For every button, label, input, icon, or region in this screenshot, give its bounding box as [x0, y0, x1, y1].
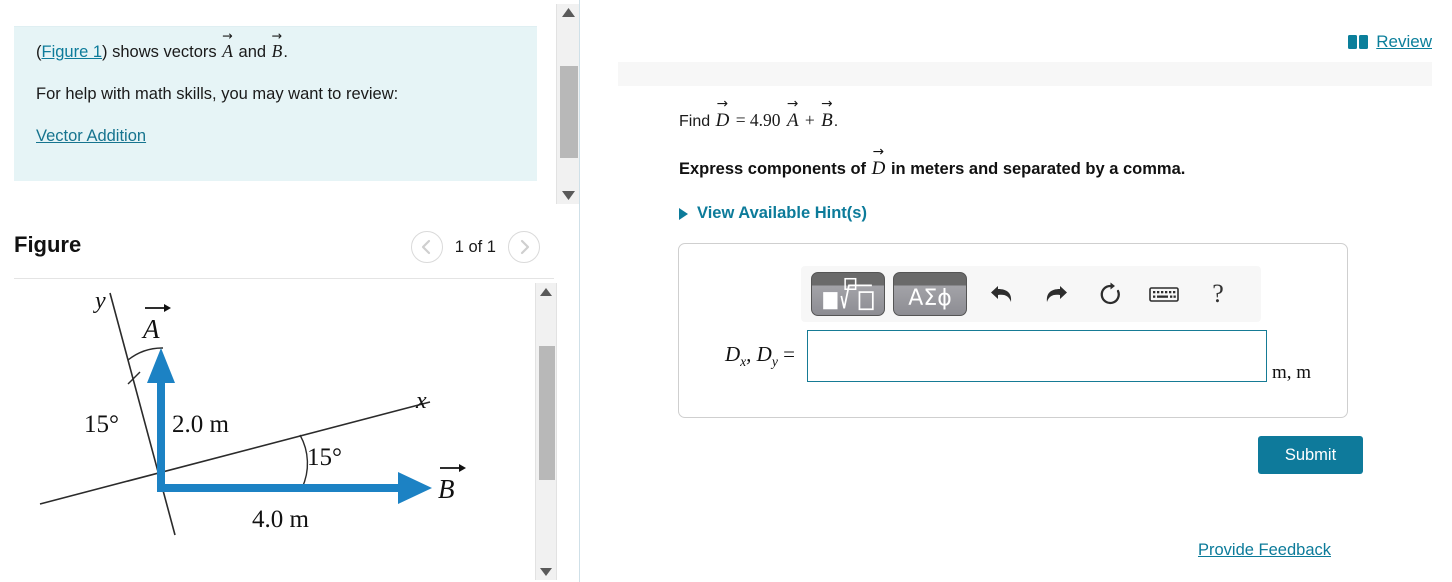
answer-label: Dx, Dy =	[699, 342, 807, 370]
vector-d-symbol: D	[715, 110, 731, 132]
figure-divider	[14, 278, 554, 279]
find-prefix: Find	[679, 113, 715, 130]
axis-y-label: y	[93, 288, 106, 314]
right-panel: Review Find D = 4.90 A + B. Express comp…	[580, 0, 1452, 582]
answer-input[interactable]	[807, 330, 1267, 382]
greek-symbols-label: ΑΣϕ	[908, 285, 952, 311]
answer-units: m, m	[1272, 362, 1312, 383]
answer-card: ΑΣϕ ? Dx, Dy =	[678, 243, 1348, 418]
problem-statement-region: (Figure 1) shows vectors A and B. For he…	[0, 0, 580, 205]
math-template-icon	[823, 277, 874, 311]
magnitude-b-label: 4.0 m	[252, 506, 310, 533]
period: .	[283, 43, 288, 61]
problem-statement-box: (Figure 1) shows vectors A and B. For he…	[14, 26, 537, 181]
figure-scroll-up-arrow-icon[interactable]	[536, 283, 556, 300]
statement-scrollbar[interactable]	[556, 4, 580, 204]
keyboard-icon	[1149, 287, 1179, 302]
express-suffix: in meters and separated by a comma.	[886, 160, 1186, 178]
vector-d-symbol-express: D	[871, 158, 887, 180]
vector-b-label: B	[438, 464, 466, 504]
redo-icon	[1046, 286, 1067, 302]
undo-button[interactable]	[975, 272, 1029, 316]
express-prefix: Express components of	[679, 160, 871, 178]
book-icon	[1348, 35, 1369, 49]
view-hints-label: View Available Hint(s)	[697, 204, 867, 222]
left-panel: (Figure 1) shows vectors A and B. For he…	[0, 0, 580, 582]
help-button[interactable]: ?	[1191, 272, 1245, 316]
figure-scrollbar-thumb[interactable]	[539, 346, 555, 480]
vector-a-symbol: A	[221, 41, 234, 62]
vector-addition-link[interactable]: Vector Addition	[36, 127, 146, 145]
vector-a-symbol-q: A	[786, 110, 800, 132]
keyboard-button[interactable]	[1137, 272, 1191, 316]
undo-icon	[991, 286, 1012, 302]
scroll-down-arrow-icon[interactable]	[557, 187, 579, 204]
dx-symbol: D	[724, 341, 741, 366]
magnitude-a-label: 2.0 m	[172, 411, 230, 438]
angle-y-label: 15°	[84, 411, 119, 438]
figure-scrollbar[interactable]	[535, 283, 557, 580]
figure-diagram-area: y x A B 15° 15° 2.0 m 4.0 m	[0, 280, 535, 582]
figure-scroll-down-arrow-icon[interactable]	[536, 563, 556, 580]
equals-sign: =	[777, 341, 795, 366]
status-bar	[618, 62, 1432, 86]
figure-next-button[interactable]	[508, 231, 540, 263]
view-hints-button[interactable]: View Available Hint(s)	[679, 204, 867, 223]
vector-a-label: A	[141, 304, 171, 344]
review-label: Review	[1376, 32, 1432, 51]
scrollbar-thumb[interactable]	[560, 66, 578, 158]
question-period: .	[833, 113, 839, 130]
reset-button[interactable]	[1083, 272, 1137, 316]
reset-icon	[1100, 282, 1120, 304]
greek-symbols-button[interactable]: ΑΣϕ	[893, 272, 967, 316]
provide-feedback-link[interactable]: Provide Feedback	[1198, 541, 1331, 560]
figure-prev-button[interactable]	[410, 231, 443, 263]
submit-button[interactable]: Submit	[1258, 436, 1363, 474]
angle-x-label: 15°	[307, 444, 342, 471]
statement-line-2: For help with math skills, you may want …	[36, 84, 399, 103]
answer-row: Dx, Dy =	[679, 330, 1347, 382]
plus-operator: +	[800, 110, 820, 130]
vector-diagram: y x A B 15° 15° 2.0 m 4.0 m	[39, 288, 466, 536]
svg-text:B: B	[438, 474, 455, 504]
equation-coefficient: = 4.90	[731, 110, 785, 130]
vector-b-symbol: B	[271, 41, 284, 62]
figure-title: Figure	[14, 232, 82, 257]
math-template-button[interactable]	[811, 272, 885, 316]
statement-line-1: (Figure 1) shows vectors A and B.	[36, 41, 515, 63]
question-express: Express components of D in meters and se…	[679, 158, 1185, 180]
label-comma: ,	[746, 341, 757, 366]
math-toolbar: ΑΣϕ ?	[801, 266, 1261, 322]
svg-text:A: A	[141, 314, 160, 344]
axis-x-label: x	[415, 388, 427, 414]
figure-1-link[interactable]: Figure 1	[42, 43, 103, 61]
exercise-page: (Figure 1) shows vectors A and B. For he…	[0, 0, 1452, 582]
vector-b-symbol-q: B	[820, 110, 834, 132]
review-link[interactable]: Review	[1348, 32, 1432, 52]
triangle-right-icon	[679, 207, 688, 220]
help-label: ?	[1212, 279, 1224, 308]
redo-button[interactable]	[1029, 272, 1083, 316]
conjunction: and	[233, 43, 271, 61]
figure-counter: 1 of 1	[454, 237, 496, 256]
scroll-up-arrow-icon[interactable]	[557, 4, 579, 21]
statement-text-1: ) shows vectors	[102, 43, 222, 61]
figure-header: Figure 1 of 1	[0, 222, 568, 278]
dy-symbol: D	[756, 341, 772, 366]
chevron-left-icon	[422, 239, 431, 255]
chevron-right-icon	[520, 239, 529, 255]
question-find: Find D = 4.90 A + B.	[679, 110, 838, 132]
figure-navigation: 1 of 1	[410, 231, 540, 263]
